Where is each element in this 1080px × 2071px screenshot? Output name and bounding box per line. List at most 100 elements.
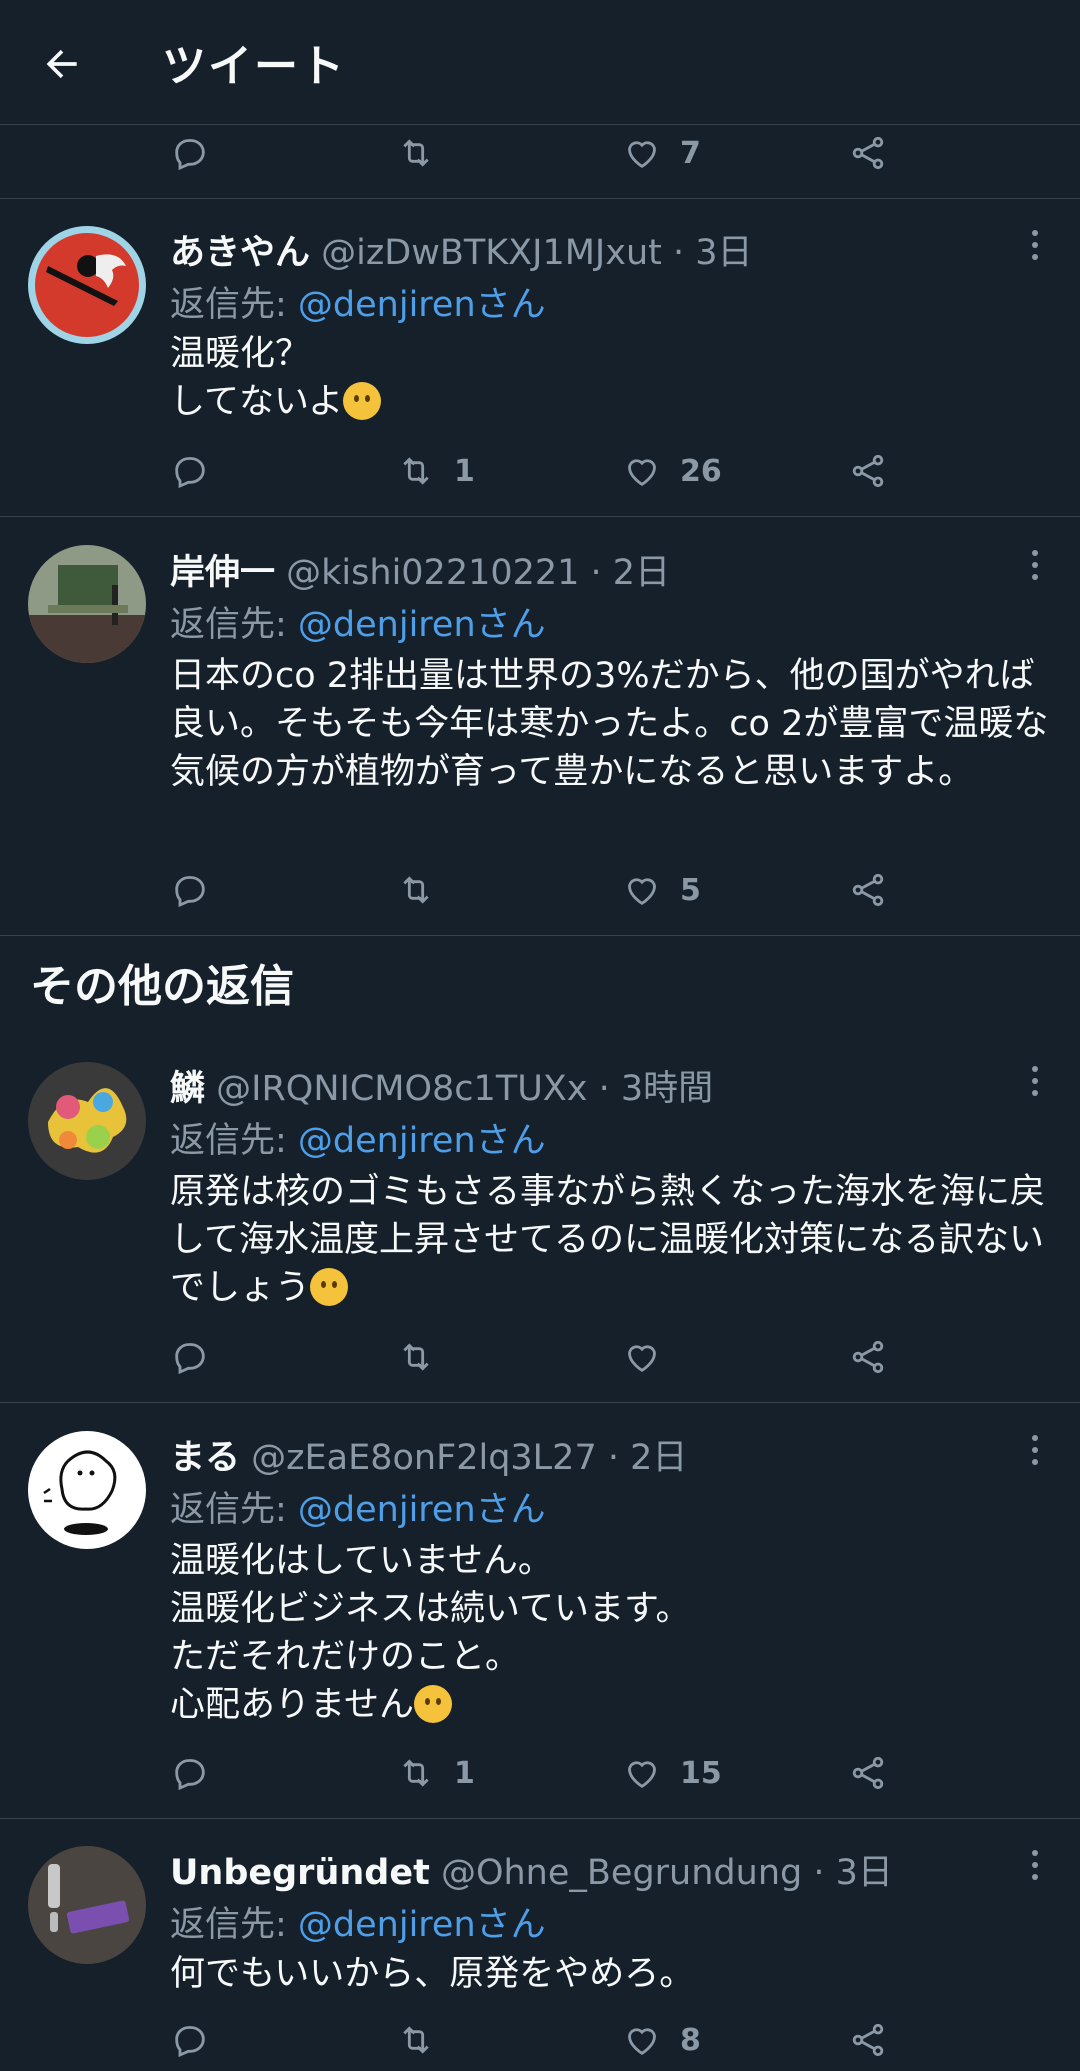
like-count: 26 [680,453,722,489]
reply-button[interactable] [170,125,210,181]
more-replies-heading: その他の返信 [30,961,294,1012]
retweet-icon [403,457,429,485]
tweet-action-bar: 8 [170,2012,910,2068]
retweet-icon [403,1343,429,1371]
retweet-button[interactable] [396,862,436,918]
heart-icon [628,1345,656,1372]
display-name[interactable]: あきやん [170,233,310,273]
handle-timestamp: @izDwBTKXJ1MJxut · 3日 [321,233,753,273]
divider [0,198,1080,199]
retweet-icon [403,2026,429,2054]
reply-icon [175,457,205,489]
top-bar: ツイート [0,0,1080,125]
tweet-action-bar: 7 [170,125,910,181]
retweet-count: 1 [454,453,475,489]
mention-link[interactable]: @denjirenさん [298,285,546,325]
woozy-face-emoji-icon [413,1685,452,1723]
like-count: 5 [680,872,701,908]
mention-link[interactable]: @denjirenさん [298,1905,546,1945]
share-icon [852,2023,884,2057]
mention-link[interactable]: @denjirenさん [298,1121,546,1161]
like-count: 7 [680,135,701,171]
like-button[interactable]: 15 [622,1745,722,1801]
retweet-icon [403,139,429,167]
more-options-icon[interactable] [1020,1430,1050,1470]
display-name[interactable]: 鱗 [170,1069,205,1109]
share-button[interactable] [848,862,888,918]
more-options-icon[interactable] [1020,1845,1050,1885]
back-arrow-icon[interactable] [38,40,86,88]
display-name[interactable]: まる [170,1438,240,1478]
heart-icon [628,1761,656,1788]
reply-button[interactable] [170,862,210,918]
share-icon [852,873,884,907]
share-icon [852,1340,884,1374]
reply-button[interactable] [170,1329,210,1385]
reply-button[interactable] [170,1745,210,1801]
tweet-text: 温暖化？ してないよ [170,330,1060,426]
reply-to-line: 返信先: @denjirenさん [170,285,546,325]
like-button[interactable]: 5 [622,862,701,918]
retweet-icon [403,1759,429,1787]
share-icon [852,454,884,488]
retweet-button[interactable]: 1 [396,1745,475,1801]
avatar[interactable] [28,226,146,344]
reply-icon [175,876,205,908]
share-button[interactable] [848,1329,888,1385]
page-title: ツイート [162,41,346,92]
tweet-action-bar [170,1329,910,1385]
like-button[interactable] [622,1329,662,1385]
reply-button[interactable] [170,443,210,499]
divider [0,516,1080,517]
like-count: 15 [680,1755,722,1791]
more-options-icon[interactable] [1020,1061,1050,1101]
heart-icon [628,878,656,905]
like-button[interactable]: 7 [622,125,701,181]
share-icon [852,1756,884,1790]
share-button[interactable] [848,125,888,181]
tweet-text: 日本のco 2排出量は世界の3%だから、他の国がやれば良い。そもそも今年は寒かっ… [170,656,1049,792]
mention-link[interactable]: @denjirenさん [298,1490,546,1530]
handle-timestamp: @Ohne_Begrundung · 3日 [440,1853,893,1893]
confounded-face-emoji-icon [310,1268,349,1306]
reply-to-line: 返信先: @denjirenさん [170,1905,546,1945]
avatar[interactable] [28,1431,146,1549]
display-name[interactable]: 岸伸一 [170,553,275,593]
heart-icon [628,459,656,486]
avatar[interactable] [28,1846,146,1964]
hugging-face-emoji-icon [343,382,382,420]
retweet-button[interactable] [396,125,436,181]
more-options-icon[interactable] [1020,545,1050,585]
share-button[interactable] [848,443,888,499]
tweet-action-bar: 5 [170,862,910,918]
avatar[interactable] [28,545,146,663]
reply-to-line: 返信先: @denjirenさん [170,1121,546,1161]
divider [0,935,1080,936]
display-name[interactable]: Unbegründet [170,1853,430,1893]
share-button[interactable] [848,1745,888,1801]
reply-icon [175,139,205,171]
more-options-icon[interactable] [1020,225,1050,265]
reply-icon [175,1759,205,1791]
tweet-text: 何でもいいから、原発をやめろ。 [170,1954,695,1994]
retweet-icon [403,876,429,904]
avatar[interactable] [28,1062,146,1180]
like-button[interactable]: 8 [622,2012,701,2068]
share-button[interactable] [848,2012,888,2068]
like-button[interactable]: 26 [622,443,722,499]
reply-icon [175,1343,205,1375]
divider [0,1402,1080,1403]
tweet-action-bar: 1 26 [170,443,910,499]
tweet-text: 温暖化はしていません。 温暖化ビジネスは続いています。 ただそれだけのこと。 心… [170,1541,691,1725]
tweet-action-bar: 1 15 [170,1745,910,1801]
heart-icon [628,2028,656,2055]
tweet-text: 原発は核のゴミもさる事ながら熱くなった海水を海に戻して海水温度上昇させてるのに温… [170,1172,1046,1308]
handle-timestamp: @zEaE8onF2lq3L27 · 2日 [251,1438,688,1478]
retweet-button[interactable] [396,2012,436,2068]
reply-button[interactable] [170,2012,210,2068]
mention-link[interactable]: @denjirenさん [298,605,546,645]
retweet-button[interactable]: 1 [396,443,475,499]
retweet-button[interactable] [396,1329,436,1385]
reply-icon [175,2026,205,2058]
handle-timestamp: @IRQNICMO8c1TUXx · 3時間 [216,1069,714,1109]
